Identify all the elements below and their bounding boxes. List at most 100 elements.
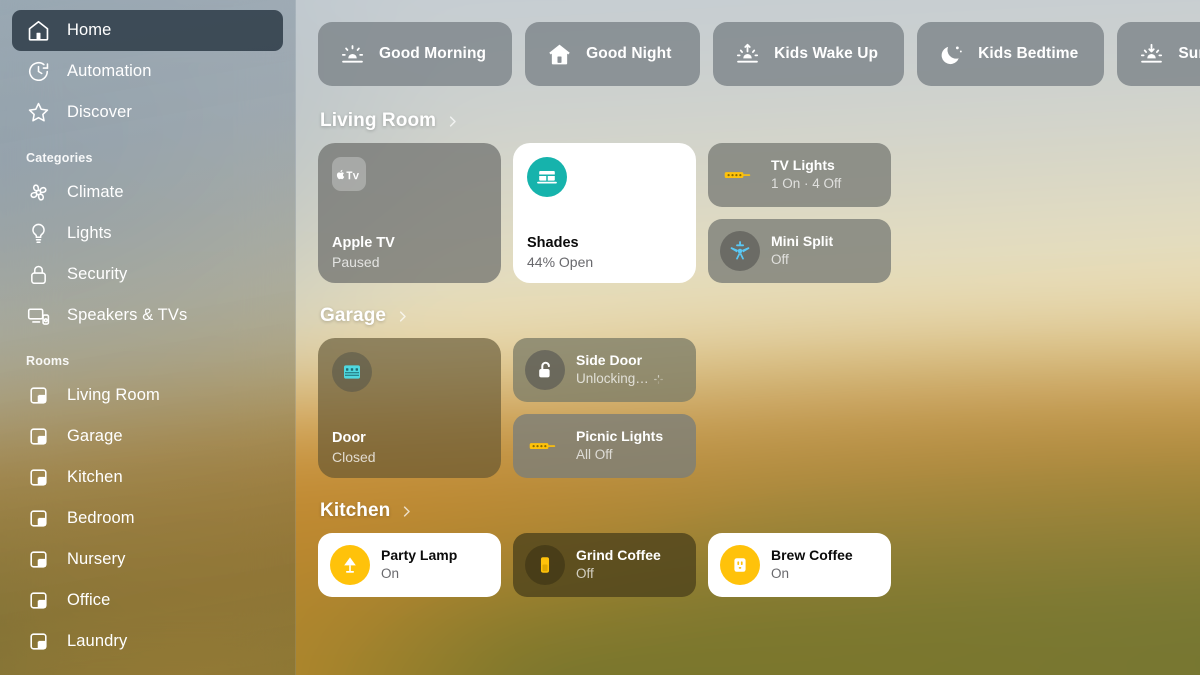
tile-text: Shades 44% Open (527, 235, 682, 271)
chevron-right-icon (395, 309, 410, 324)
tile-text: Brew Coffee On (771, 547, 853, 583)
sidebar-item-kitchen[interactable]: Kitchen (12, 457, 283, 498)
sidebar-item-security[interactable]: Security (12, 254, 283, 295)
tile-state: 1 On · 4 Off (771, 176, 842, 192)
tile-mini-split[interactable]: Mini Split Off (708, 219, 891, 283)
apple-tv-icon (332, 157, 366, 191)
sidebar-item-label: Speakers & TVs (67, 306, 188, 324)
sidebar-rooms-header: Rooms (26, 354, 70, 368)
tile-name: Brew Coffee (771, 547, 853, 564)
room-icon (25, 588, 51, 614)
light-strip-icon (525, 426, 565, 466)
sidebar-item-label: Lights (67, 224, 112, 242)
sidebar-item-discover[interactable]: Discover (12, 92, 283, 133)
garage-door-icon (332, 352, 372, 392)
section-header-kitchen[interactable]: Kitchen (320, 500, 1200, 522)
sidebar-item-label: Living Room (67, 386, 160, 404)
scene-good-morning[interactable]: Good Morning (318, 22, 513, 86)
scene-good-night[interactable]: Good Night (525, 22, 701, 86)
tile-grind-coffee[interactable]: Grind Coffee Off (513, 533, 696, 597)
chevron-right-icon (445, 114, 460, 129)
tile-text: Party Lamp On (381, 547, 457, 583)
tile-tv-lights[interactable]: TV Lights 1 On · 4 Off (708, 143, 891, 207)
tile-state-text: Unlocking… (576, 371, 649, 387)
sidebar-item-label: Bedroom (67, 509, 135, 527)
tile-shades[interactable]: Shades 44% Open (513, 143, 696, 283)
tile-text: Mini Split Off (771, 233, 833, 269)
tile-party-lamp[interactable]: Party Lamp On (318, 533, 501, 597)
sidebar-item-automation[interactable]: Automation (12, 51, 283, 92)
tile-name: Party Lamp (381, 547, 458, 564)
small-tiles-column: TV Lights 1 On · 4 Off Mini Split Off (708, 143, 891, 283)
main-content: Good Morning Good Night Kids Wake Up Kid… (296, 0, 1200, 675)
fan-icon (25, 180, 51, 206)
section-living-room: Living Room Apple TV Paused Shades 44% O… (318, 110, 1200, 283)
sidebar-item-lights[interactable]: Lights (12, 213, 283, 254)
tile-name: Grind Coffee (576, 547, 661, 564)
section-header-garage[interactable]: Garage (320, 305, 1200, 327)
sidebar-item-home[interactable]: Home (12, 10, 283, 51)
sidebar-item-climate[interactable]: Climate (12, 172, 283, 213)
outlet-icon (525, 545, 565, 585)
section-kitchen: Kitchen Party Lamp On Grind Coffee Off B… (318, 500, 1200, 597)
section-header-living-room[interactable]: Living Room (320, 110, 1200, 132)
scene-kids-bedtime[interactable]: Kids Bedtime (917, 22, 1105, 86)
scene-label: Sunset (1178, 45, 1200, 62)
room-icon (25, 465, 51, 491)
tile-state: Off (771, 252, 789, 268)
activity-spinner-icon (653, 374, 664, 385)
sidebar-item-laundry[interactable]: Laundry (12, 621, 283, 662)
tile-name: Apple TV (332, 235, 395, 252)
scene-kids-wake-up[interactable]: Kids Wake Up (713, 22, 905, 86)
tile-name: Picnic Lights (576, 428, 664, 445)
tile-state: Unlocking… (576, 371, 664, 388)
scene-sunset[interactable]: Sunset (1117, 22, 1200, 86)
tiles-row: Door Closed Side Door Unlocking… Picnic … (318, 338, 1200, 478)
sidebar-rooms-group: Living Room Garage Kitchen Bedroom Nurse… (12, 375, 283, 662)
sidebar-item-speakers-tvs[interactable]: Speakers & TVs (12, 295, 283, 336)
sidebar-item-living-room[interactable]: Living Room (12, 375, 283, 416)
room-icon (25, 547, 51, 573)
tile-state: All Off (576, 447, 613, 463)
tile-garage-door[interactable]: Door Closed (318, 338, 501, 478)
tile-state: 44% Open (527, 253, 594, 270)
sidebar: Home Automation Discover Categories Clim… (0, 0, 296, 675)
light-strip-icon (720, 155, 760, 195)
sidebar-item-office[interactable]: Office (12, 580, 283, 621)
tile-state: Off (576, 566, 594, 582)
moon-stars-icon (937, 40, 965, 68)
sidebar-item-label: Office (67, 591, 111, 609)
chevron-right-icon (399, 504, 414, 519)
sidebar-item-garage[interactable]: Garage (12, 416, 283, 457)
tile-name: TV Lights (771, 157, 835, 174)
house-icon (25, 18, 51, 44)
sidebar-categories-header: Categories (26, 151, 93, 165)
table-lamp-icon (330, 545, 370, 585)
section-garage: Garage Door Closed Side Door Unlocking… … (318, 305, 1200, 478)
room-icon (25, 506, 51, 532)
sidebar-primary-group: Home Automation Discover (12, 10, 283, 133)
sidebar-item-label: Security (67, 265, 128, 283)
sidebar-item-label: Discover (67, 103, 132, 121)
tile-picnic-lights[interactable]: Picnic Lights All Off (513, 414, 696, 478)
tile-side-door[interactable]: Side Door Unlocking… (513, 338, 696, 402)
sidebar-item-nursery[interactable]: Nursery (12, 539, 283, 580)
scene-label: Kids Wake Up (774, 45, 879, 62)
house-filled-icon (545, 40, 573, 68)
tile-text: Door Closed (332, 430, 487, 466)
tile-apple-tv[interactable]: Apple TV Paused (318, 143, 501, 283)
sun-up-arrow-icon (733, 40, 761, 68)
sidebar-categories-group: Climate Lights Security Speakers & TVs (12, 172, 283, 336)
tiles-row: Party Lamp On Grind Coffee Off Brew Coff… (318, 533, 1200, 597)
ceiling-fan-icon (720, 231, 760, 271)
clock-automation-icon (25, 59, 51, 85)
sidebar-item-label: Home (67, 21, 112, 39)
tile-brew-coffee[interactable]: Brew Coffee On (708, 533, 891, 597)
unlocked-padlock-icon (525, 350, 565, 390)
sidebar-item-bedroom[interactable]: Bedroom (12, 498, 283, 539)
sidebar-item-label: Garage (67, 427, 123, 445)
blinds-icon (527, 157, 567, 197)
tile-name: Shades (527, 235, 579, 252)
tile-text: Picnic Lights All Off (576, 428, 663, 464)
room-icon (25, 383, 51, 409)
